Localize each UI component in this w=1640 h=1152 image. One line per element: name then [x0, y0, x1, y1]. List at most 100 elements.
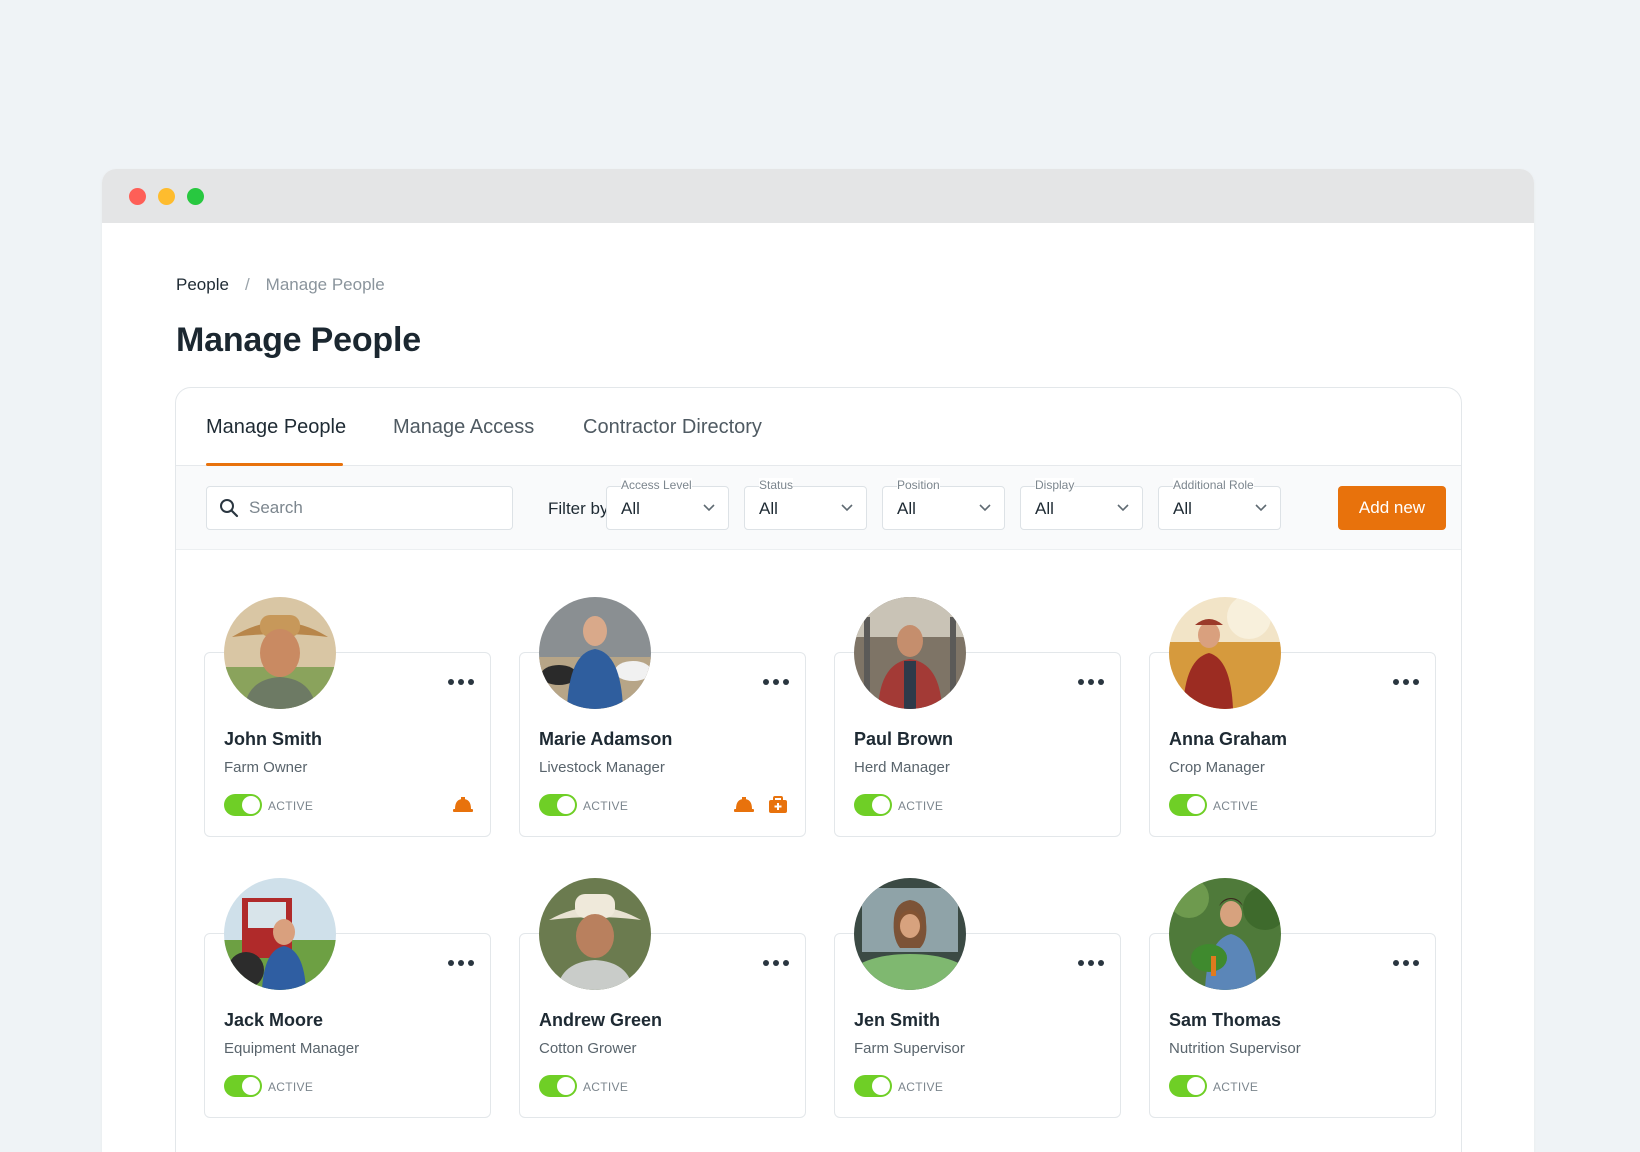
status-label: ACTIVE	[583, 1080, 629, 1094]
search-input[interactable]	[249, 498, 489, 518]
more-options-button[interactable]	[1078, 956, 1104, 970]
avatar	[224, 597, 336, 709]
search-icon	[220, 499, 239, 518]
first-aid-kit-icon	[767, 794, 789, 816]
person-role: Farm Owner	[224, 759, 308, 776]
person-role: Crop Manager	[1169, 759, 1265, 776]
active-toggle[interactable]	[854, 1075, 892, 1097]
status-label: ACTIVE	[268, 799, 314, 813]
active-toggle[interactable]	[224, 1075, 262, 1097]
breadcrumb-people-link[interactable]: People	[176, 275, 229, 295]
additional-role-value: All	[1173, 499, 1192, 518]
person-card[interactable]: Andrew Green Cotton Grower ACTIVE	[519, 878, 806, 1118]
person-role: Herd Manager	[854, 759, 950, 776]
position-label: Position	[897, 478, 940, 492]
status-label: ACTIVE	[1213, 1080, 1259, 1094]
additional-role-select[interactable]: Additional Role All	[1158, 478, 1281, 530]
status-label: ACTIVE	[583, 799, 629, 813]
tab-contractor-directory[interactable]: Contractor Directory	[583, 416, 762, 439]
filter-bar: Filter by Access Level All Status All Po…	[176, 466, 1461, 550]
person-name: Andrew Green	[539, 1010, 663, 1030]
access-level-label: Access Level	[621, 478, 692, 492]
status-label: ACTIVE	[1213, 799, 1259, 813]
breadcrumb-current: Manage People	[265, 275, 385, 294]
position-value: All	[897, 499, 916, 518]
active-toggle[interactable]	[1169, 1075, 1207, 1097]
active-toggle[interactable]	[539, 1075, 577, 1097]
maximize-window-button[interactable]	[187, 187, 204, 205]
person-name: John Smith	[224, 729, 322, 749]
status-label: Status	[759, 478, 794, 492]
access-level-select[interactable]: Access Level All	[606, 478, 729, 530]
avatar	[854, 597, 966, 709]
display-label: Display	[1035, 478, 1075, 492]
chevron-down-icon	[979, 504, 991, 512]
person-card[interactable]: Anna Graham Crop Manager ACTIVE	[1149, 597, 1436, 837]
chevron-down-icon	[703, 504, 715, 512]
person-card[interactable]: Paul Brown Herd Manager ACTIVE	[834, 597, 1121, 837]
person-role: Equipment Manager	[224, 1040, 360, 1057]
active-toggle[interactable]	[539, 794, 577, 816]
avatar	[854, 878, 966, 990]
page-title: Manage People	[176, 321, 421, 359]
avatar	[224, 878, 336, 990]
add-new-button[interactable]: Add new	[1338, 486, 1446, 530]
person-name: Marie Adamson	[539, 729, 673, 749]
tab-bar: Manage People Manage Access Contractor D…	[176, 388, 1461, 466]
chevron-down-icon	[1117, 504, 1129, 512]
active-toggle[interactable]	[224, 794, 262, 816]
breadcrumb-separator: /	[244, 275, 250, 294]
more-options-button[interactable]	[448, 675, 474, 689]
person-card[interactable]: Sam Thomas Nutrition Supervisor ACTIVE	[1149, 878, 1436, 1118]
status-label: ACTIVE	[268, 1080, 314, 1094]
tab-manage-access[interactable]: Manage Access	[393, 416, 534, 439]
person-card[interactable]: Jack Moore Equipment Manager ACTIVE	[204, 878, 491, 1118]
person-card[interactable]: John Smith Farm Owner ACTIVE	[204, 597, 491, 837]
person-name: Sam Thomas	[1169, 1010, 1282, 1030]
person-role: Nutrition Supervisor	[1169, 1040, 1301, 1057]
person-role: Cotton Grower	[539, 1040, 637, 1057]
chevron-down-icon	[1255, 504, 1267, 512]
status-select[interactable]: Status All	[744, 478, 867, 530]
more-options-button[interactable]	[763, 956, 789, 970]
person-name: Paul Brown	[854, 729, 954, 749]
hard-hat-icon	[452, 794, 474, 816]
more-options-button[interactable]	[763, 675, 789, 689]
active-toggle[interactable]	[854, 794, 892, 816]
person-card[interactable]: Marie Adamson Livestock Manager ACTIVE	[519, 597, 806, 837]
position-select[interactable]: Position All	[882, 478, 1005, 530]
display-value: All	[1035, 499, 1054, 518]
more-options-button[interactable]	[1393, 956, 1419, 970]
person-role: Farm Supervisor	[854, 1040, 965, 1057]
person-role: Livestock Manager	[539, 759, 665, 776]
active-toggle[interactable]	[1169, 794, 1207, 816]
person-name: Jack Moore	[224, 1010, 324, 1030]
more-options-button[interactable]	[448, 956, 474, 970]
search-box[interactable]	[206, 486, 513, 530]
avatar	[539, 597, 651, 709]
more-options-button[interactable]	[1393, 675, 1419, 689]
close-window-button[interactable]	[129, 187, 146, 205]
status-value: All	[759, 499, 778, 518]
tab-manage-people[interactable]: Manage People	[206, 416, 346, 439]
person-name: Jen Smith	[854, 1010, 941, 1030]
additional-role-label: Additional Role	[1173, 478, 1254, 492]
more-options-button[interactable]	[1078, 675, 1104, 689]
avatar	[1169, 597, 1281, 709]
display-select[interactable]: Display All	[1020, 478, 1143, 530]
role-badges	[452, 794, 474, 816]
status-label: ACTIVE	[898, 1080, 944, 1094]
avatar	[1169, 878, 1281, 990]
chevron-down-icon	[841, 504, 853, 512]
breadcrumb: People / Manage People	[176, 275, 385, 295]
access-level-value: All	[621, 499, 640, 518]
status-label: ACTIVE	[898, 799, 944, 813]
person-card[interactable]: Jen Smith Farm Supervisor ACTIVE	[834, 878, 1121, 1118]
avatar	[539, 878, 651, 990]
minimize-window-button[interactable]	[158, 187, 175, 205]
role-badges	[733, 794, 789, 816]
filter-by-label: Filter by	[548, 499, 609, 518]
app-window: People / Manage People Manage People Man…	[102, 169, 1534, 1152]
window-titlebar	[102, 169, 1534, 223]
hard-hat-icon	[733, 794, 755, 816]
